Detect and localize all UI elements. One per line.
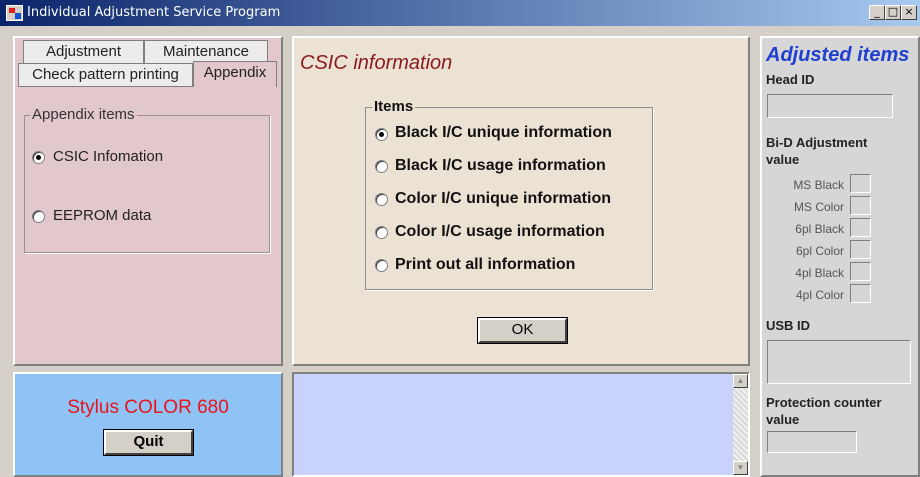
tab-appendix[interactable]: Appendix <box>193 61 277 87</box>
usb-id-field <box>767 340 911 384</box>
bid-row-label: 6pl Black <box>795 222 844 236</box>
appendix-items-group <box>24 115 270 253</box>
items-caption: Items <box>372 98 416 115</box>
protection-counter-label: Protection counter value <box>766 395 882 427</box>
bid-value-box <box>850 174 871 193</box>
log-textarea[interactable] <box>292 372 750 477</box>
bid-row-label: 4pl Black <box>795 266 844 280</box>
close-button[interactable]: × <box>901 5 917 20</box>
black-ic-unique-radio[interactable] <box>375 128 388 141</box>
black-ic-usage-radio[interactable] <box>375 160 388 173</box>
eeprom-data-radio[interactable] <box>32 210 45 223</box>
bid-adjustment-label: Bi-D Adjustment value <box>766 135 868 167</box>
bid-row-label: MS Color <box>793 200 844 214</box>
adjusted-items-title: Adjusted items <box>766 44 910 66</box>
scroll-down-arrow-icon[interactable]: ▼ <box>733 461 748 475</box>
bid-row-label: MS Black <box>793 178 844 192</box>
usb-id-label: USB ID <box>766 318 811 333</box>
scroll-up-arrow-icon[interactable]: ▲ <box>733 374 748 388</box>
black-ic-usage-label[interactable]: Black I/C usage information <box>395 157 606 175</box>
bid-value-box <box>850 262 871 281</box>
color-ic-usage-label[interactable]: Color I/C usage information <box>395 223 605 241</box>
bid-value-box <box>850 284 871 303</box>
model-panel <box>13 372 283 477</box>
csic-information-radio[interactable] <box>32 151 45 164</box>
color-ic-unique-label[interactable]: Color I/C unique information <box>395 190 611 208</box>
log-scrollbar[interactable] <box>733 374 748 475</box>
quit-button[interactable]: Quit <box>103 429 194 456</box>
maximize-button[interactable]: □ <box>885 5 901 20</box>
tab-check-pattern-printing[interactable]: Check pattern printing <box>18 63 193 87</box>
ok-button[interactable]: OK <box>477 317 568 344</box>
bid-value-box <box>850 240 871 259</box>
print-all-label[interactable]: Print out all information <box>395 256 575 274</box>
bid-row-label: 6pl Color <box>795 244 844 258</box>
bid-row-label: 4pl Color <box>795 288 844 302</box>
bid-value-box <box>850 196 871 215</box>
protection-counter-field <box>767 431 857 453</box>
tab-adjustment[interactable]: Adjustment <box>23 40 144 64</box>
model-name: Stylus COLOR 680 <box>67 397 229 418</box>
app-icon[interactable] <box>6 5 23 21</box>
csic-information-label[interactable]: CSIC Infomation <box>53 148 163 165</box>
print-all-radio[interactable] <box>375 259 388 272</box>
head-id-field <box>767 94 893 118</box>
bid-value-box <box>850 218 871 237</box>
csic-information-title: CSIC information <box>300 52 453 74</box>
head-id-label: Head ID <box>766 72 815 87</box>
color-ic-usage-radio[interactable] <box>375 226 388 239</box>
window-title: Individual Adjustment Service Program <box>27 5 281 20</box>
eeprom-data-label[interactable]: EEPROM data <box>53 207 151 224</box>
black-ic-unique-label[interactable]: Black I/C unique information <box>395 124 612 142</box>
appendix-items-caption: Appendix items <box>30 106 137 123</box>
color-ic-unique-radio[interactable] <box>375 193 388 206</box>
minimize-button[interactable]: _ <box>869 5 885 20</box>
